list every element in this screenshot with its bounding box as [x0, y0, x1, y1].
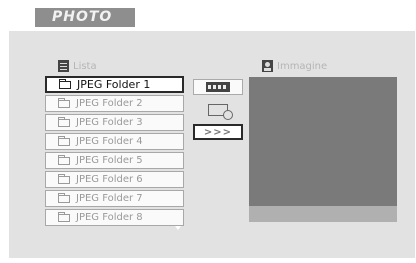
folder-item[interactable]: JPEG Folder 1 — [45, 76, 184, 93]
folder-label: JPEG Folder 5 — [76, 155, 143, 166]
folder-item[interactable]: JPEG Folder 4 — [45, 133, 184, 150]
image-preview — [249, 77, 397, 222]
header-tab: PHOTO — [35, 8, 135, 27]
rotate-button[interactable] — [193, 102, 243, 120]
list-label: Lista — [73, 60, 97, 72]
folder-list: JPEG Folder 1 JPEG Folder 2 JPEG Folder … — [45, 76, 184, 228]
preview-caption-bar — [249, 206, 397, 222]
folder-label: JPEG Folder 2 — [76, 98, 143, 109]
list-icon — [58, 60, 69, 72]
folder-item[interactable]: JPEG Folder 8 — [45, 209, 184, 226]
preview-section-label: Immagine — [262, 60, 327, 72]
folder-icon — [58, 192, 70, 203]
folder-item[interactable]: JPEG Folder 3 — [45, 114, 184, 131]
folder-icon — [58, 173, 70, 184]
rotate-image-icon — [208, 104, 233, 120]
next-button[interactable]: >>> — [193, 124, 243, 140]
folder-label: JPEG Folder 1 — [77, 78, 151, 91]
folder-label: JPEG Folder 7 — [76, 193, 143, 204]
folder-icon — [58, 116, 70, 127]
folder-icon — [59, 78, 71, 89]
folder-item[interactable]: JPEG Folder 2 — [45, 95, 184, 112]
folder-item[interactable]: JPEG Folder 7 — [45, 190, 184, 207]
folder-label: JPEG Folder 3 — [76, 117, 143, 128]
folder-item[interactable]: JPEG Folder 5 — [45, 152, 184, 169]
image-icon — [262, 60, 273, 72]
folder-icon — [58, 154, 70, 165]
slideshow-button[interactable] — [193, 79, 243, 95]
folder-icon — [58, 135, 70, 146]
folder-label: JPEG Folder 8 — [76, 212, 143, 223]
folder-item[interactable]: JPEG Folder 6 — [45, 171, 184, 188]
folder-label: JPEG Folder 4 — [76, 136, 143, 147]
folder-icon — [58, 211, 70, 222]
folder-label: JPEG Folder 6 — [76, 174, 143, 185]
film-strip-icon — [206, 82, 230, 92]
folder-icon — [58, 97, 70, 108]
preview-label: Immagine — [277, 60, 328, 72]
list-section-label: Lista — [58, 60, 97, 72]
scroll-down-arrow-icon[interactable] — [175, 226, 181, 230]
